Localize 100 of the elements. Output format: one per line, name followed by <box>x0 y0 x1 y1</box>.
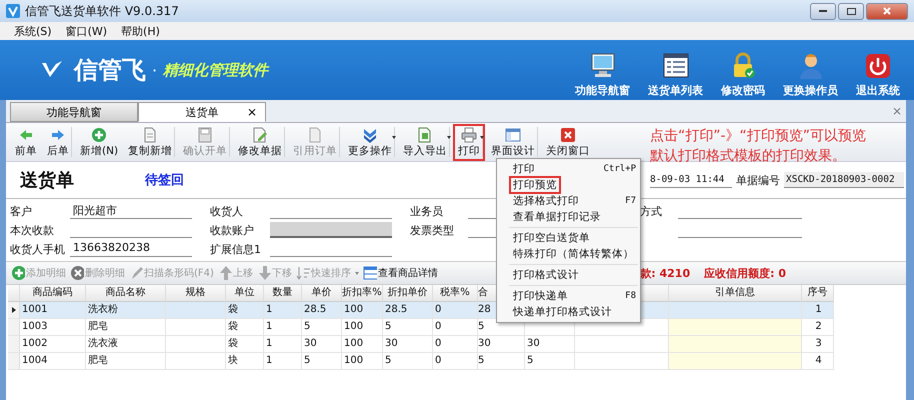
table-cell: 0 <box>433 319 478 336</box>
menu-item[interactable]: 系统(S) <box>14 24 52 38</box>
table-cell: 5 <box>525 353 575 370</box>
banner-button[interactable]: 更换操作员 <box>779 52 842 98</box>
column-header: 折扣单价 <box>383 285 433 302</box>
menu-item[interactable]: 打印 <box>509 160 539 178</box>
table-cell: 1003 <box>20 319 86 336</box>
table-cell: 2 <box>802 319 834 336</box>
table-cell: 100 <box>342 319 383 336</box>
table-cell: 1 <box>264 353 302 370</box>
table-cell: 30 <box>302 336 342 353</box>
tab[interactable]: 功能导航窗 <box>10 102 138 122</box>
logo-text: 信管飞 <box>74 55 146 86</box>
table-cell: 袋 <box>226 336 264 353</box>
table-cell: 4 <box>802 353 834 370</box>
banner-button[interactable]: 功能导航窗 <box>571 52 634 98</box>
shortcut-text: F7 <box>625 196 636 206</box>
banner-button[interactable]: 送货单列表 <box>644 52 707 98</box>
field-label: 客户 <box>10 204 33 219</box>
menu-item[interactable]: 打印预览 <box>509 176 561 194</box>
toolbar-button[interactable]: 查看商品详情 <box>362 265 439 281</box>
banner-button[interactable]: 退出系统 <box>852 52 904 98</box>
input-field[interactable]: 阳光超市 <box>70 203 192 219</box>
summary-text: 款: 4210 <box>640 266 690 280</box>
column-header: 商品编码 <box>20 285 86 302</box>
table-cell: 0 <box>433 302 478 319</box>
table-cell: 0 <box>433 336 478 353</box>
toolbar-button[interactable]: 打印 <box>453 124 486 160</box>
separator-dot: · <box>152 60 158 80</box>
date-field[interactable]: 8-09-03 11:44 <box>650 172 732 188</box>
field-label: 业务员 <box>410 204 444 219</box>
menu-item[interactable]: 打印空白送货单 <box>509 229 594 247</box>
column-header: 税率% <box>433 285 478 302</box>
document-title: 送货单 <box>20 169 75 192</box>
status-label: 待签回 <box>145 172 184 189</box>
table-cell: 28.5 <box>302 302 342 319</box>
table-cell: 5 <box>383 319 433 336</box>
tab-close-button[interactable]: × <box>246 105 257 119</box>
menu-item[interactable]: 特殊打印（简体转繁体） <box>509 245 638 263</box>
table-cell: 块 <box>226 353 264 370</box>
input-field[interactable]: 13663820238 <box>70 241 192 257</box>
table-cell: 28.5 <box>383 302 433 319</box>
table-cell: 肥皂 <box>86 319 166 336</box>
table-cell: 5 <box>478 353 525 370</box>
field-label: 本次收款 <box>10 223 55 238</box>
table-cell: 1002 <box>20 336 86 353</box>
menu-item[interactable]: 查看单据打印记录 <box>509 208 605 226</box>
table-cell: 袋 <box>226 319 264 336</box>
field-label: 收款账户 <box>210 223 255 238</box>
table-cell: 30 <box>383 336 433 353</box>
table-cell: 洗衣液 <box>86 336 166 353</box>
field-label: 收货人手机 <box>10 242 66 257</box>
table-cell: 3 <box>802 336 834 353</box>
table-cell: 肥皂 <box>86 353 166 370</box>
shortcut-text: Ctrl+P <box>603 164 636 174</box>
table-cell: 洗衣粉 <box>86 302 166 319</box>
table-cell: 1 <box>264 302 302 319</box>
close-button[interactable]: × <box>892 104 902 118</box>
number-field[interactable]: XSCKD-20180903-0002 <box>784 172 904 188</box>
column-header: 单价 <box>302 285 342 302</box>
toolbar-button[interactable]: 前单 <box>10 124 42 160</box>
table-cell: 1 <box>802 302 834 319</box>
field-label: 收货人 <box>210 204 244 219</box>
field-label: 单据编号 <box>736 172 780 188</box>
annotation-text: 点击“打印”-》“打印预览”可以预览 默认打印格式模板的打印效果。 <box>650 127 866 166</box>
table-cell: 1 <box>264 336 302 353</box>
field-label: 发票类型 <box>410 223 455 238</box>
shortcut-text: F8 <box>625 291 636 301</box>
table-cell: 5 <box>302 319 342 336</box>
column-header: 序号 <box>802 285 834 302</box>
table-cell: 100 <box>342 336 383 353</box>
table-cell: 30 <box>525 336 575 353</box>
table-cell: 袋 <box>226 302 264 319</box>
column-header: 折扣率% <box>342 285 383 302</box>
column-header: 数量 <box>264 285 302 302</box>
column-header: 引单信息 <box>669 285 802 302</box>
table-cell: 1 <box>264 319 302 336</box>
table-cell: 100 <box>342 353 383 370</box>
summary-text: 应收信用额度: 0 <box>704 266 786 280</box>
column-header: 商品名称 <box>86 285 166 302</box>
banner-button[interactable]: 修改密码 <box>717 52 769 98</box>
menu-item[interactable]: 帮助(H) <box>121 24 160 38</box>
window-title: 信管飞送货单软件 V9.0.317 <box>25 2 180 20</box>
slogan: 精细化管理软件 <box>163 60 268 80</box>
table-cell: 1004 <box>20 353 86 370</box>
table-cell: 1001 <box>20 302 86 319</box>
menu-item[interactable]: 选择格式打印 <box>509 192 583 210</box>
menu-item[interactable]: 打印格式设计 <box>509 266 583 284</box>
table-cell: 30 <box>478 336 525 353</box>
field-label: 方式 <box>640 204 663 219</box>
table-cell: 0 <box>433 353 478 370</box>
column-header: 规格 <box>166 285 226 302</box>
toolbar-button[interactable]: 新增(N) <box>75 124 124 160</box>
table-cell: 5 <box>302 353 342 370</box>
table-cell: 100 <box>342 302 383 319</box>
column-header: 单位 <box>226 285 264 302</box>
table-cell: 5 <box>383 353 433 370</box>
tab[interactable]: 送货单 × <box>138 102 266 122</box>
menu-item[interactable]: 窗口(W) <box>66 24 108 38</box>
field-label: 扩展信息1 <box>210 242 262 257</box>
